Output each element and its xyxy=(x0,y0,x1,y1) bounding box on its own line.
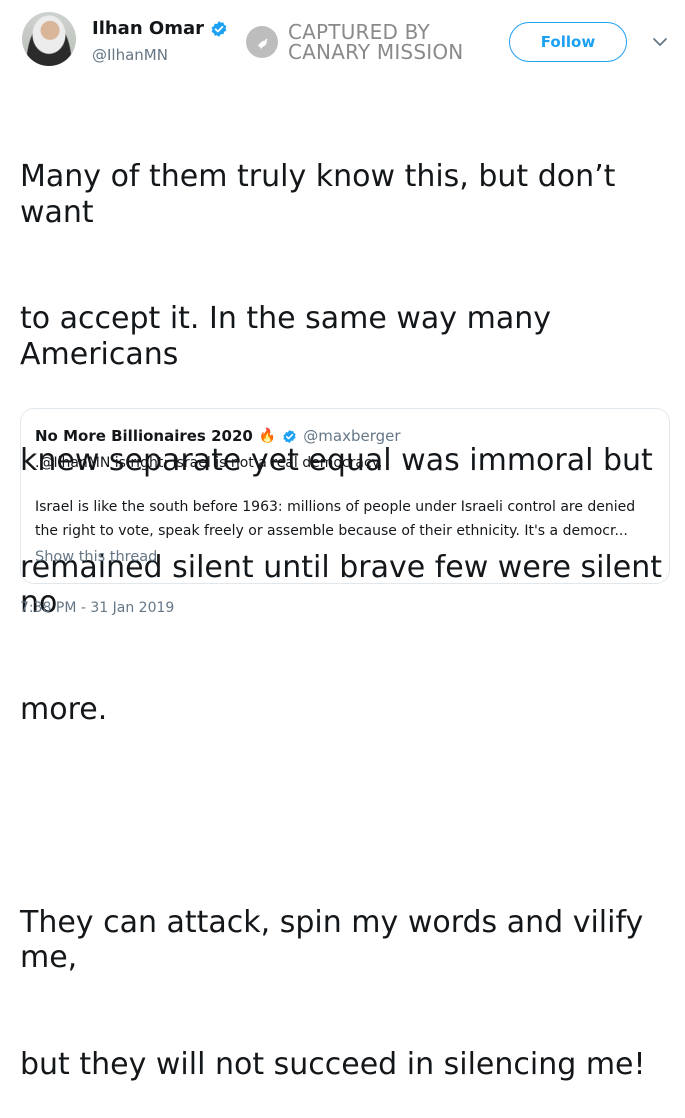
tweet-line: Many of them truly know this, but don’t … xyxy=(20,159,625,230)
verified-badge-icon xyxy=(283,429,296,443)
quoted-tweet-line: .@IlhanMN is right: Israel is not a real… xyxy=(35,455,383,471)
watermark-text: CAPTURED BY CANARY MISSION xyxy=(288,22,463,62)
tweet-line xyxy=(20,798,675,834)
quoted-author-handle: @maxberger xyxy=(303,427,401,445)
quoted-tweet-line: the right to vote, speak freely or assem… xyxy=(35,523,628,539)
watermark-line2: CANARY MISSION xyxy=(288,40,464,64)
fire-emoji-icon: 🔥 xyxy=(258,428,277,444)
tweet-line: to accept it. In the same way many Ameri… xyxy=(20,301,561,372)
show-thread-link[interactable]: Show this thread xyxy=(35,549,157,565)
canary-bird-icon xyxy=(246,26,278,58)
quoted-tweet[interactable]: No More Billionaires 2020 🔥 @maxberger .… xyxy=(20,408,670,584)
tweet-line: They can attack, spin my words and vilif… xyxy=(20,904,653,976)
quoted-tweet-header: No More Billionaires 2020 🔥 @maxberger xyxy=(35,427,401,445)
chevron-down-icon[interactable] xyxy=(650,32,670,52)
canary-bird-glyph xyxy=(258,38,268,49)
verified-badge-icon xyxy=(211,20,227,37)
watermark: CAPTURED BY CANARY MISSION xyxy=(246,22,463,62)
watermark-line1: CAPTURED BY xyxy=(288,20,430,44)
tweet-timestamp[interactable]: 7:38 PM - 31 Jan 2019 xyxy=(20,600,174,616)
author-name-row: Ilhan Omar xyxy=(92,18,228,39)
tweet-line: but they will not succeed in silencing m… xyxy=(20,1046,646,1082)
quoted-tweet-line: Israel is like the south before 1963: mi… xyxy=(35,499,636,515)
author-display-name[interactable]: Ilhan Omar xyxy=(92,18,204,39)
author-handle[interactable]: @IlhanMN xyxy=(92,46,168,64)
avatar[interactable] xyxy=(22,12,76,66)
follow-button[interactable]: Follow xyxy=(509,22,627,62)
tweet-line: more. xyxy=(20,691,108,727)
quoted-author-name: No More Billionaires 2020 xyxy=(35,427,253,445)
